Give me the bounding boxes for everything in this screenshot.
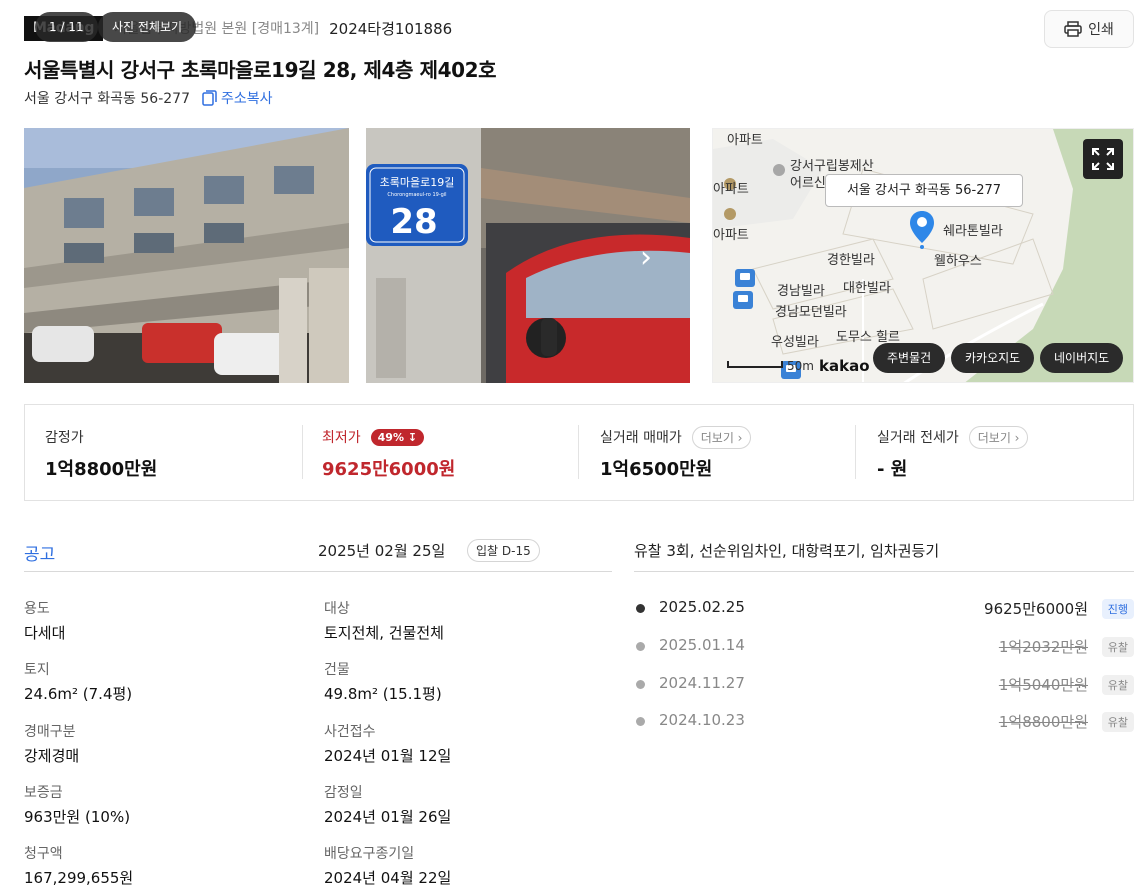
map-label: 경남모던빌라: [775, 305, 847, 320]
field-appraisal-date: 감정일 2024년 01월 26일: [324, 785, 452, 826]
map-label: 아파트: [713, 182, 749, 197]
view-all-photos-button[interactable]: 사진 전체보기: [98, 12, 197, 42]
building-photo[interactable]: [24, 128, 349, 383]
map-panel[interactable]: 아파트 강서구립봉제산 어르신 아파트 쉐라톤빌라 웰하우스 경한빌라 대한빌라…: [712, 128, 1134, 383]
history-date: 2024.10.23: [659, 711, 745, 729]
naver-map-button[interactable]: 네이버지도: [1040, 343, 1124, 373]
printer-icon: [1064, 21, 1082, 37]
notice-header: 공고 2025년 02월 25일 입찰 D-15: [24, 538, 612, 572]
building-image: [24, 128, 349, 383]
real-sale-price: 실거래 매매가 더보기 › 1억6500만원: [600, 425, 752, 481]
appraisal-label: 감정가: [45, 430, 84, 446]
notice-date: 2025년 02월 25일: [318, 542, 446, 560]
map-label: 웰하우스: [934, 254, 982, 269]
real-jeonse-label: 실거래 전세가: [877, 430, 959, 446]
map-label: 아파트: [727, 133, 763, 148]
kakao-logo: kakao: [819, 357, 870, 375]
svg-text:Chorongmaeul-ro 19-gil: Chorongmaeul-ro 19-gil: [387, 192, 446, 198]
appraisal-value: 1억8800만원: [45, 459, 158, 480]
real-jeonse-value: - 원: [877, 459, 908, 480]
status-dot: [636, 642, 645, 651]
history-date: 2025.01.14: [659, 636, 745, 654]
minimum-rate-badge: 49% ↧: [370, 428, 425, 446]
history-price: 9625만6000원: [984, 600, 1088, 618]
nearby-properties-button[interactable]: 주변물건: [873, 343, 946, 373]
page-title: 서울특별시 강서구 초록마을로19길 28, 제4층 제402호: [24, 58, 497, 82]
history-status-badge: 유찰: [1101, 712, 1134, 732]
price-summary: 감정가 1억8800만원 최저가 49% ↧ 9625만6000원 실거래 매매…: [24, 404, 1134, 501]
map-label: 쉐라톤빌라: [943, 224, 1003, 239]
history-status-badge: 유찰: [1101, 675, 1134, 695]
field-dividend-deadline: 배당요구종기일 2024년 04월 22일: [324, 846, 452, 887]
bid-dday-badge: 입찰 D-15: [467, 539, 540, 562]
copy-address-label: 주소복사: [220, 91, 273, 107]
real-sale-label: 실거래 매매가: [600, 430, 682, 446]
history-row[interactable]: 2025.01.14 1억2032만원 유찰: [634, 635, 1134, 659]
map-label: 우성빌라: [771, 335, 819, 350]
divider: [302, 425, 303, 479]
map-address-popup: 서울 강서구 화곡동 56-277: [825, 174, 1023, 207]
field-deposit: 보증금 963만원 (10%): [24, 785, 131, 826]
history-summary: 유찰 3회, 선순위임차인, 대항력포기, 임차권등기: [634, 538, 1134, 572]
map-label: 대한빌라: [843, 281, 891, 296]
map-label: 어르신: [790, 176, 826, 191]
history-row[interactable]: 2025.02.25 9625만6000원 진행: [634, 597, 1134, 621]
field-case-received: 사건접수 2024년 01월 12일: [324, 724, 452, 765]
history-date: 2024.11.27: [659, 674, 745, 692]
minimum-value: 9625만6000원: [322, 459, 456, 480]
location-pin-icon[interactable]: [909, 209, 935, 253]
appraisal-price: 감정가 1억8800만원: [45, 425, 157, 481]
real-sale-value: 1억6500만원: [600, 459, 713, 480]
kakao-map-button[interactable]: 카카오지도: [951, 343, 1035, 373]
svg-text:28: 28: [390, 202, 437, 242]
jibun-address: 서울 강서구 화곡동 56-277: [24, 91, 190, 107]
history-date: 2025.02.25: [659, 598, 745, 616]
history-status-badge: 진행: [1101, 599, 1134, 619]
real-sale-more-button[interactable]: 더보기 ›: [691, 425, 752, 449]
expand-icon: [1092, 148, 1114, 170]
history-row[interactable]: 2024.11.27 1억5040만원 유찰: [634, 673, 1134, 697]
next-photo-arrow[interactable]: ›: [640, 240, 652, 275]
history-price: 1억5040만원: [998, 676, 1088, 694]
history-status-badge: 유찰: [1101, 637, 1134, 657]
notice-title[interactable]: 공고: [24, 540, 55, 565]
map-label: 아파트: [713, 228, 749, 243]
real-jeonse-more-button[interactable]: 더보기 ›: [968, 425, 1029, 449]
minimum-label: 최저가: [322, 430, 361, 446]
divider: [578, 425, 579, 479]
field-claim-amount: 청구액 167,299,655원: [24, 846, 134, 887]
field-target: 대상 토지전체, 건물전체: [324, 601, 444, 642]
map-label: 경남빌라: [777, 284, 825, 299]
svg-text:초록마을로19길: 초록마을로19길: [380, 176, 455, 189]
field-building: 건물 49.8m² (15.1평): [324, 662, 442, 703]
field-auction-type: 경매구분 강제경매: [24, 724, 80, 765]
history-price: 1억2032만원: [998, 638, 1088, 656]
divider: [855, 425, 856, 479]
status-dot: [636, 717, 645, 726]
map-scale-label: 50m: [787, 359, 814, 373]
fullscreen-button[interactable]: [1083, 139, 1123, 179]
history-price: 1억8800만원: [998, 713, 1088, 731]
field-usage: 용도 다세대: [24, 601, 66, 642]
status-dot: [636, 680, 645, 689]
print-button[interactable]: 인쇄: [1044, 10, 1134, 48]
copy-icon: [202, 90, 217, 106]
map-label: 경한빌라: [827, 253, 875, 268]
bus-stop-icon[interactable]: [733, 291, 753, 309]
photo-counter: 1 / 11: [35, 12, 98, 42]
bus-stop-icon[interactable]: [735, 269, 755, 287]
map-scale-bar: [727, 361, 783, 368]
address-row: 서울 강서구 화곡동 56-277 주소복사: [24, 88, 273, 108]
print-label: 인쇄: [1088, 22, 1114, 38]
minimum-price: 최저가 49% ↧ 9625만6000원: [322, 425, 455, 481]
history-row[interactable]: 2024.10.23 1억8800만원 유찰: [634, 710, 1134, 734]
copy-address-button[interactable]: 주소복사: [202, 88, 273, 108]
real-jeonse-price: 실거래 전세가 더보기 › - 원: [877, 425, 1029, 481]
case-number: 2024타경101886: [329, 19, 453, 38]
status-dot: [636, 604, 645, 613]
field-land: 토지 24.6m² (7.4평): [24, 662, 133, 703]
